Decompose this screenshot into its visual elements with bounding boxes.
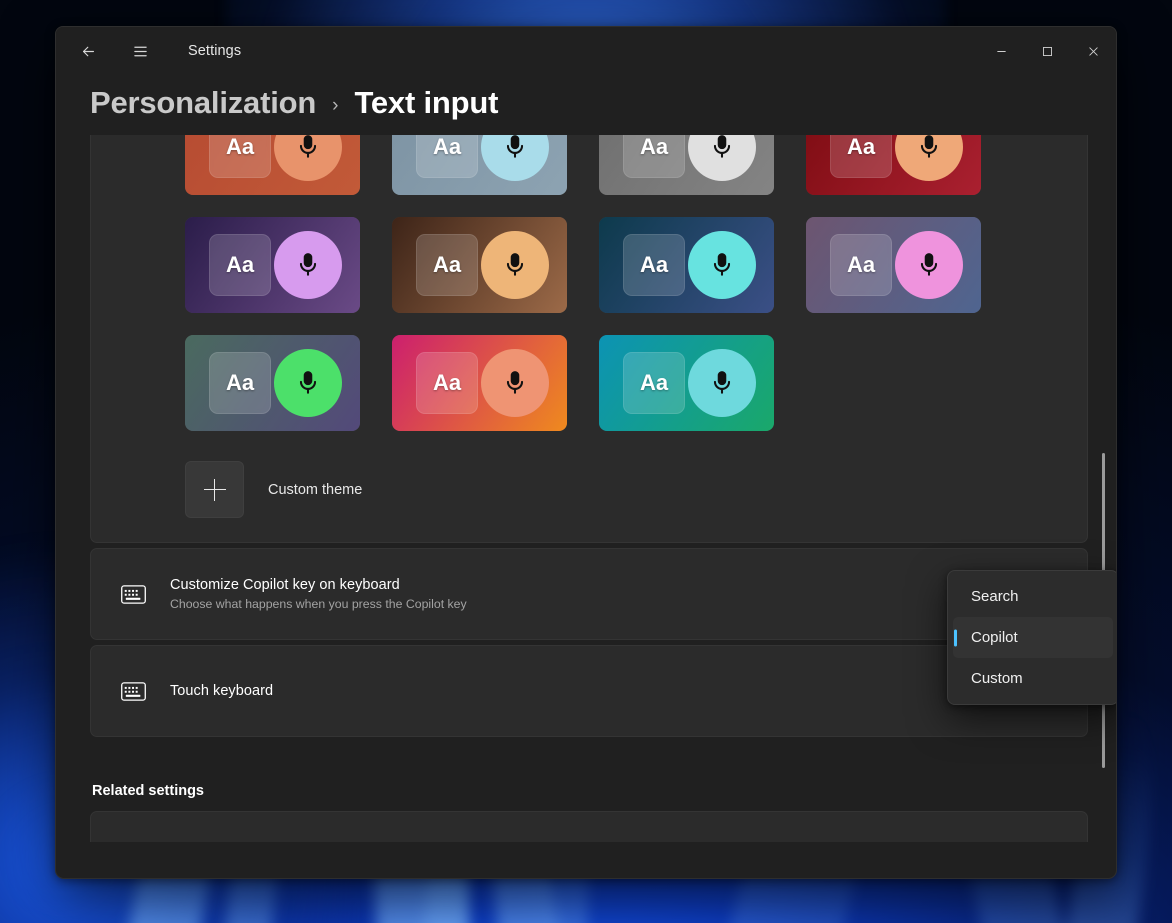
microphone-icon	[502, 370, 528, 396]
custom-theme-row: Custom theme	[91, 431, 1087, 518]
theme-tile-aa-preview: Aa	[830, 135, 892, 178]
back-arrow-icon	[80, 43, 97, 60]
theme-tile[interactable]: Aa	[806, 217, 981, 313]
plus-icon	[204, 479, 226, 501]
microphone-icon	[709, 252, 735, 278]
microphone-icon	[709, 135, 735, 160]
copilot-key-dropdown-flyout: SearchCopilotCustom	[947, 570, 1117, 705]
dropdown-option-search[interactable]: Search	[953, 576, 1113, 617]
breadcrumb: Personalization › Text input	[56, 75, 1116, 135]
vertical-scrollbar[interactable]	[1098, 135, 1110, 842]
close-icon	[1088, 46, 1099, 57]
theme-tile-aa-preview: Aa	[416, 135, 478, 178]
theme-tile-mic-preview	[688, 231, 756, 299]
theme-tile-aa-preview: Aa	[623, 135, 685, 178]
keyboard-icon	[113, 585, 153, 604]
theme-tile-aa-preview: Aa	[209, 352, 271, 414]
window-controls	[978, 27, 1116, 75]
theme-tile-aa-preview: Aa	[830, 234, 892, 296]
theme-tile-aa-preview: Aa	[416, 234, 478, 296]
theme-tile-mic-preview	[274, 231, 342, 299]
theme-tile-aa-preview: Aa	[623, 352, 685, 414]
setting-title: Customize Copilot key on keyboard	[170, 577, 1069, 593]
desktop-background: Settings Personalization › Text input	[0, 0, 1172, 923]
breadcrumb-separator-icon: ›	[332, 95, 338, 117]
microphone-icon	[916, 135, 942, 160]
microphone-icon	[295, 370, 321, 396]
minimize-icon	[996, 46, 1007, 57]
microphone-icon	[295, 135, 321, 160]
maximize-icon	[1042, 46, 1053, 57]
related-settings-heading: Related settings	[90, 737, 1088, 811]
setting-row-copilot-key[interactable]: Customize Copilot key on keyboard Choose…	[90, 548, 1088, 640]
microphone-icon	[709, 370, 735, 396]
microphone-icon	[502, 252, 528, 278]
theme-tile-grid: Aa Aa Aa Aa Aa Aa Aa Aa Aa Aa Aa	[91, 135, 1087, 431]
theme-tile[interactable]: Aa	[392, 135, 567, 195]
theme-tile[interactable]: Aa	[599, 335, 774, 431]
theme-tile-mic-preview	[274, 349, 342, 417]
theme-tile-mic-preview	[481, 231, 549, 299]
back-button[interactable]	[70, 35, 106, 67]
voice-theme-picker-card: Aa Aa Aa Aa Aa Aa Aa Aa Aa Aa Aa Custom theme	[90, 135, 1088, 543]
theme-tile[interactable]: Aa	[185, 217, 360, 313]
theme-tile[interactable]: Aa	[185, 135, 360, 195]
navigation-menu-button[interactable]	[122, 35, 158, 67]
add-custom-theme-button[interactable]	[185, 461, 244, 518]
theme-tile-aa-preview: Aa	[623, 234, 685, 296]
setting-row-text: Touch keyboard	[153, 683, 1055, 699]
setting-subtitle: Choose what happens when you press the C…	[170, 597, 1069, 611]
theme-tile-mic-preview	[895, 231, 963, 299]
theme-tile[interactable]: Aa	[392, 335, 567, 431]
theme-tile[interactable]: Aa	[806, 135, 981, 195]
theme-tile-mic-preview	[481, 349, 549, 417]
settings-scroll-area: Aa Aa Aa Aa Aa Aa Aa Aa Aa Aa Aa Custom theme	[56, 135, 1116, 842]
minimize-button[interactable]	[978, 27, 1024, 75]
page-title: Text input	[354, 85, 498, 121]
custom-theme-label: Custom theme	[268, 482, 362, 498]
setting-row-text: Customize Copilot key on keyboard Choose…	[153, 577, 1069, 611]
breadcrumb-parent-link[interactable]: Personalization	[90, 85, 316, 121]
dropdown-option-copilot[interactable]: Copilot	[953, 617, 1113, 658]
theme-tile-aa-preview: Aa	[209, 135, 271, 178]
theme-tile[interactable]: Aa	[599, 217, 774, 313]
related-row-typing-settings[interactable]: Typing settings	[90, 811, 1088, 842]
close-button[interactable]	[1070, 27, 1116, 75]
dropdown-option-custom[interactable]: Custom	[953, 658, 1113, 699]
theme-tile-mic-preview	[688, 349, 756, 417]
hamburger-menu-icon	[132, 43, 149, 60]
theme-tile[interactable]: Aa	[185, 335, 360, 431]
microphone-icon	[502, 135, 528, 160]
settings-window: Settings Personalization › Text input	[55, 26, 1117, 879]
theme-tile[interactable]: Aa	[599, 135, 774, 195]
theme-tile-aa-preview: Aa	[209, 234, 271, 296]
maximize-button[interactable]	[1024, 27, 1070, 75]
app-title: Settings	[188, 43, 241, 59]
title-bar: Settings	[56, 27, 1116, 75]
setting-title: Touch keyboard	[170, 683, 1055, 699]
theme-tile-aa-preview: Aa	[416, 352, 478, 414]
keyboard-icon	[113, 682, 153, 701]
setting-row-touch-keyboard[interactable]: Touch keyboard	[90, 645, 1088, 737]
microphone-icon	[295, 252, 321, 278]
theme-tile[interactable]: Aa	[392, 217, 567, 313]
microphone-icon	[916, 252, 942, 278]
